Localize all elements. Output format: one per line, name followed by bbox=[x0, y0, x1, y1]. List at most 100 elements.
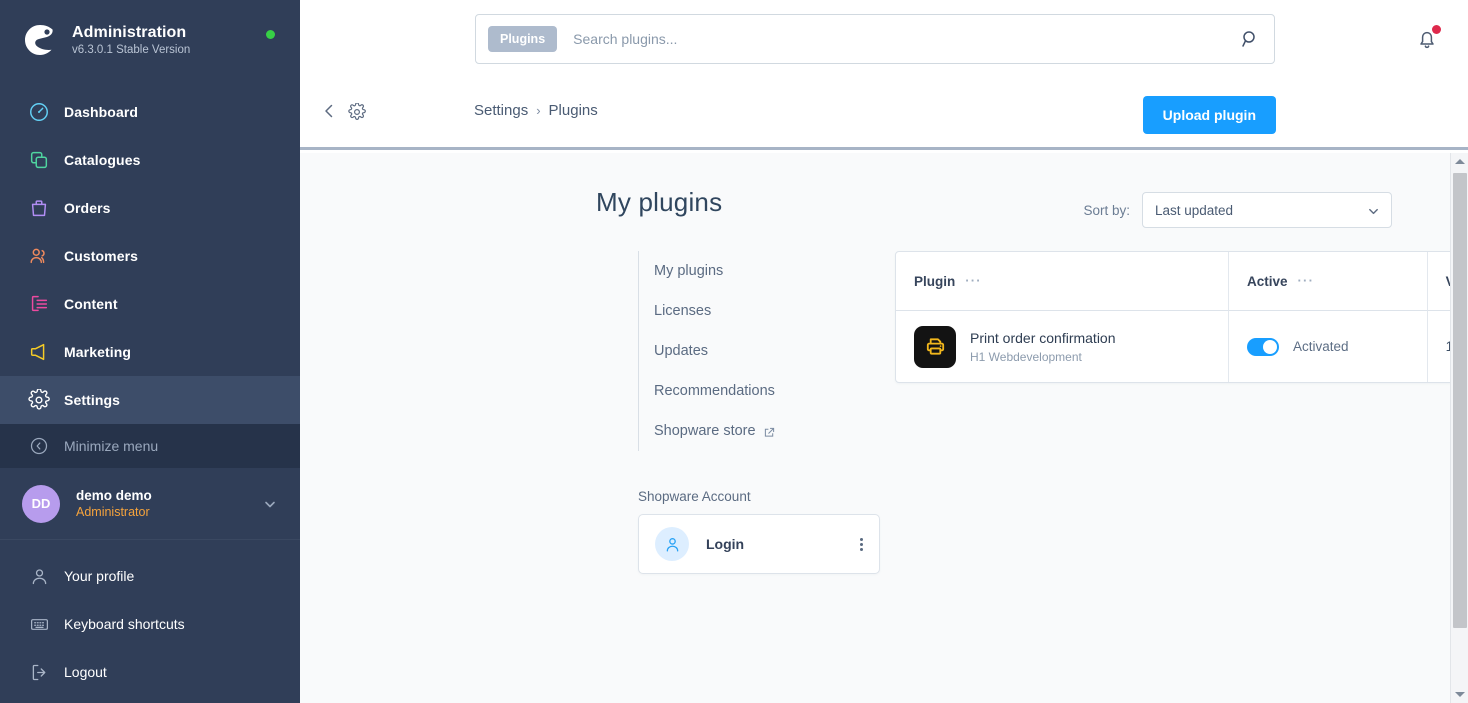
table-header-row: Plugin ··· Active ··· bbox=[896, 252, 1450, 311]
sort-by-select[interactable]: Last updated bbox=[1142, 192, 1392, 228]
plugins-table-body: Print order confirmation H1 Webdevelopme… bbox=[896, 311, 1450, 382]
triangle-up-icon bbox=[1455, 159, 1465, 164]
keyboard-icon bbox=[26, 611, 52, 637]
app-version: v6.3.0.1 Stable Version bbox=[72, 43, 191, 56]
sidebar-item-keyboard-shortcuts[interactable]: Keyboard shortcuts bbox=[0, 600, 300, 648]
marketing-icon bbox=[26, 339, 52, 365]
user-account-switcher[interactable]: DD demo demo Administrator bbox=[0, 468, 300, 540]
sidebar-item-customers[interactable]: Customers bbox=[0, 232, 300, 280]
logout-icon bbox=[26, 659, 52, 685]
subnav-item-shopware-store[interactable]: Shopware store bbox=[639, 411, 896, 451]
sidebar-item-label: Logout bbox=[64, 664, 107, 680]
catalogues-icon bbox=[26, 147, 52, 173]
gear-icon[interactable] bbox=[348, 102, 366, 121]
plugin-subnavigation: My plugins Licenses Updates Recommendati… bbox=[638, 251, 896, 451]
plugin-active-toggle[interactable] bbox=[1246, 337, 1279, 356]
vertical-scrollbar[interactable] bbox=[1450, 153, 1468, 703]
notification-badge-dot bbox=[1432, 25, 1441, 34]
sort-control: Sort by: Last updated bbox=[1083, 192, 1392, 228]
search-scope-tag[interactable]: Plugins bbox=[488, 26, 558, 52]
brand-header[interactable]: Administration v6.3.0.1 Stable Version bbox=[0, 0, 300, 80]
global-search-bar[interactable]: Plugins bbox=[475, 14, 1275, 64]
sidebar-item-logout[interactable]: Logout bbox=[0, 648, 300, 696]
plugins-table: Plugin ··· Active ··· Print order confir… bbox=[895, 251, 1450, 383]
breadcrumb: Settings › Plugins bbox=[474, 102, 598, 119]
sidebar-item-marketing[interactable]: Marketing bbox=[0, 328, 300, 376]
column-label: Plugin bbox=[914, 273, 956, 289]
search-icon[interactable] bbox=[1240, 29, 1260, 49]
sidebar-item-content[interactable]: Content bbox=[0, 280, 300, 328]
notifications-button[interactable] bbox=[1414, 25, 1441, 52]
column-menu-icon[interactable]: ··· bbox=[1298, 274, 1315, 287]
scroll-down-button[interactable] bbox=[1451, 686, 1468, 703]
page-header: My plugins Sort by: Last updated bbox=[596, 187, 1392, 233]
scrollbar-thumb[interactable] bbox=[1453, 173, 1467, 628]
plugin-vendor: H1 Webdevelopment bbox=[970, 349, 1082, 364]
table-row[interactable]: Print order confirmation H1 Webdevelopme… bbox=[896, 311, 1450, 382]
user-role: Administrator bbox=[76, 505, 150, 519]
main-sidebar: Administration v6.3.0.1 Stable Version D… bbox=[0, 0, 300, 703]
cell-version: 1.0.0 bbox=[1428, 311, 1450, 382]
dashboard-icon bbox=[26, 99, 52, 125]
chevron-left-circle-icon bbox=[26, 433, 52, 459]
status-dot bbox=[266, 30, 275, 39]
plugins-body: My plugins Licenses Updates Recommendati… bbox=[300, 251, 1450, 451]
upload-plugin-button[interactable]: Upload plugin bbox=[1142, 96, 1276, 134]
subnav-item-label: Updates bbox=[654, 343, 709, 359]
plugins-table-head: Plugin ··· Active ··· bbox=[896, 252, 1450, 311]
shopware-account-block: Shopware Account Login bbox=[638, 489, 880, 574]
subnav-item-label: Shopware store bbox=[654, 423, 756, 439]
sidebar-item-dashboard[interactable]: Dashboard bbox=[0, 88, 300, 136]
scroll-up-button[interactable] bbox=[1451, 153, 1468, 170]
sidebar-item-settings[interactable]: Settings bbox=[0, 376, 300, 424]
customers-icon bbox=[26, 243, 52, 269]
column-header-active: Active ··· bbox=[1228, 252, 1428, 311]
app-title: Administration bbox=[72, 23, 187, 41]
content-icon bbox=[26, 291, 52, 317]
cell-active: Activated bbox=[1229, 311, 1428, 382]
sidebar-item-label: Settings bbox=[64, 392, 121, 408]
subnav-item-licenses[interactable]: Licenses bbox=[639, 291, 896, 331]
search-input[interactable] bbox=[573, 31, 1240, 47]
column-header-version: Version ··· bbox=[1427, 252, 1450, 311]
secondary-navigation: Your profile Keyboard shortcuts Logout bbox=[0, 552, 300, 696]
top-bar: Plugins bbox=[300, 0, 1468, 78]
minimize-menu-button[interactable]: Minimize menu bbox=[0, 424, 300, 468]
gear-icon bbox=[26, 387, 52, 413]
sidebar-item-label: Customers bbox=[64, 248, 139, 264]
subnav-item-label: Licenses bbox=[654, 303, 712, 319]
breadcrumb-separator: › bbox=[536, 103, 541, 118]
sidebar-item-catalogues[interactable]: Catalogues bbox=[0, 136, 300, 184]
subnav-item-my-plugins[interactable]: My plugins bbox=[639, 251, 896, 291]
subnav-item-updates[interactable]: Updates bbox=[639, 331, 896, 371]
column-menu-icon[interactable]: ··· bbox=[965, 274, 982, 287]
breadcrumb-bar: Settings › Plugins Upload plugin bbox=[300, 78, 1468, 150]
toggle-knob bbox=[1262, 339, 1277, 354]
sort-by-label: Sort by: bbox=[1083, 202, 1130, 218]
back-button[interactable] bbox=[320, 102, 338, 120]
printer-icon bbox=[914, 325, 956, 368]
primary-navigation: Dashboard Catalogues Orders Customers Co… bbox=[0, 88, 300, 468]
sidebar-item-label: Your profile bbox=[64, 568, 135, 584]
cell-plugin: Print order confirmation H1 Webdevelopme… bbox=[896, 311, 1229, 382]
sidebar-item-label: Dashboard bbox=[64, 104, 139, 120]
column-label: Active bbox=[1246, 273, 1288, 289]
user-icon bbox=[26, 563, 52, 589]
main-area: Plugins Search plugins... Settings › Plu… bbox=[300, 0, 1468, 703]
shopware-account-card[interactable]: Login bbox=[638, 514, 880, 574]
subnav-item-label: Recommendations bbox=[654, 383, 775, 399]
user-name: demo demo bbox=[76, 488, 152, 503]
sidebar-item-orders[interactable]: Orders bbox=[0, 184, 300, 232]
sidebar-item-your-profile[interactable]: Your profile bbox=[0, 552, 300, 600]
chevron-down-icon bbox=[1367, 205, 1380, 218]
breadcrumb-item-settings[interactable]: Settings bbox=[474, 102, 528, 119]
sort-by-value: Last updated bbox=[1155, 202, 1234, 218]
kebab-menu-icon[interactable] bbox=[860, 537, 863, 551]
sidebar-item-label: Keyboard shortcuts bbox=[64, 616, 185, 632]
subnav-item-label: My plugins bbox=[654, 263, 724, 279]
user-icon bbox=[655, 527, 689, 561]
triangle-down-icon bbox=[1455, 692, 1465, 697]
breadcrumb-item-plugins[interactable]: Plugins bbox=[549, 102, 598, 119]
subnav-item-recommendations[interactable]: Recommendations bbox=[639, 371, 896, 411]
shopware-account-login-label: Login bbox=[706, 536, 745, 552]
